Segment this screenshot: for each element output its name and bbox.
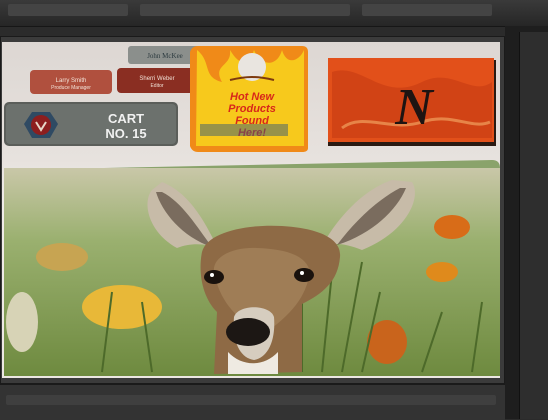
scrollbar-track[interactable]	[519, 32, 548, 419]
toolbar-segment	[140, 4, 350, 16]
deer-glass-board	[4, 160, 500, 376]
right-side-panel	[505, 26, 548, 419]
svg-text:Sherri Weber: Sherri Weber	[139, 76, 174, 82]
badge-3-text: John McKee	[147, 52, 183, 60]
cart-sign-line-1: CART	[108, 111, 144, 126]
cart-sign: CART NO. 15	[4, 102, 178, 146]
svg-text:Editor: Editor	[150, 83, 163, 89]
deer-photo-panel: John McKee Larry Smith Produce Manager S…	[2, 42, 500, 378]
toolbar-segment	[8, 4, 128, 16]
door-hanger: Hot New Products Found Here!	[190, 46, 308, 152]
letter-tile: N	[328, 58, 496, 146]
svg-text:N: N	[394, 79, 435, 136]
name-badge-larry: Larry Smith Produce Manager	[30, 70, 112, 94]
progress-track[interactable]	[6, 395, 496, 405]
svg-text:Products: Products	[228, 103, 276, 115]
top-toolbar	[0, 0, 548, 27]
svg-text:Larry Smith: Larry Smith	[56, 78, 87, 84]
name-badge-sherri: Sherri Weber Editor	[117, 68, 197, 93]
toolbar-segment	[362, 4, 492, 16]
svg-text:Produce Manager: Produce Manager	[51, 85, 91, 91]
cart-sign-line-2: NO. 15	[105, 126, 146, 141]
photo-scene: John McKee Larry Smith Produce Manager S…	[4, 46, 500, 376]
bottom-controls-bar	[0, 384, 505, 420]
svg-text:Hot New: Hot New	[230, 91, 275, 103]
